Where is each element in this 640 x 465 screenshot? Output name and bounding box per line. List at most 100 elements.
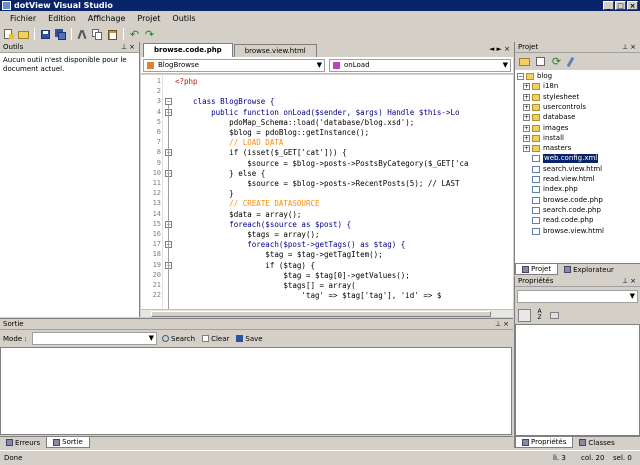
proprietes-bottom-tabs: Propriétés Classes (515, 436, 640, 448)
new-file-icon[interactable] (2, 28, 15, 41)
menu-edition[interactable]: Edition (42, 14, 82, 23)
folder-icon (532, 134, 540, 142)
pin-icon[interactable]: ⊥ (121, 43, 129, 51)
tree-folder[interactable]: + stylesheet (523, 93, 579, 102)
tree-file[interactable]: read.view.html (532, 175, 595, 184)
redo-icon[interactable]: ↷ (143, 28, 156, 41)
tab-sortie[interactable]: Sortie (46, 437, 90, 448)
properties-icon[interactable] (534, 55, 547, 68)
menu-fichier[interactable]: Fichier (4, 14, 42, 23)
close-icon[interactable]: × (129, 43, 137, 51)
property-grid[interactable] (515, 324, 640, 436)
tree-file[interactable]: search.view.html (532, 165, 602, 174)
tab-browse-view-html[interactable]: browse.view.html (233, 44, 317, 57)
code-area[interactable]: 1<?php23− class BlogBrowse {4− public fu… (141, 75, 513, 309)
open-folder-icon[interactable] (518, 55, 531, 68)
tree-folder[interactable]: + masters (523, 144, 571, 153)
pin-icon[interactable]: ⊥ (622, 43, 630, 51)
clear-button[interactable]: Clear (202, 335, 229, 343)
output-area[interactable] (0, 347, 512, 435)
save-icon[interactable] (39, 28, 52, 41)
tree-item-label: search.code.php (543, 205, 601, 214)
refresh-icon[interactable]: ⟳ (550, 55, 563, 68)
save-output-button[interactable]: Save (236, 335, 263, 343)
tab-proprietes[interactable]: Propriétés (515, 437, 574, 448)
object-selector[interactable]: ▼ (517, 290, 638, 303)
tab-explorateur[interactable]: Explorateur (558, 264, 620, 275)
expand-icon[interactable]: + (523, 134, 530, 142)
tab-close-icon[interactable]: × (504, 45, 510, 53)
close-icon[interactable]: × (630, 43, 638, 51)
tree-folder[interactable]: + install (523, 134, 564, 143)
mode-selector[interactable]: ▼ (32, 332, 157, 345)
outils-header: Outils ⊥× (0, 42, 139, 53)
tree-item-label: database (543, 113, 576, 122)
tab-erreurs[interactable]: Erreurs (0, 437, 46, 448)
method-selector[interactable]: onLoad ▼ (329, 58, 511, 72)
expand-icon[interactable]: + (523, 145, 530, 153)
save-icon (236, 335, 244, 342)
pin-icon[interactable]: ⊥ (495, 320, 503, 328)
tab-next-icon[interactable]: ► (497, 45, 502, 53)
horizontal-scrollbar[interactable] (141, 309, 513, 317)
code-line: foreach($post->getTags() as $tag) { (175, 240, 406, 250)
close-icon[interactable]: × (630, 277, 638, 285)
undo-icon[interactable]: ↶ (128, 28, 141, 41)
search-icon (162, 335, 169, 342)
settings-icon[interactable] (566, 55, 579, 68)
chevron-down-icon[interactable]: ▼ (317, 60, 322, 71)
chevron-down-icon[interactable]: ▼ (503, 60, 508, 71)
scroll-thumb[interactable] (151, 311, 491, 317)
class-selector[interactable]: BlogBrowse ▼ (143, 58, 325, 72)
tree-file[interactable]: search.code.php (532, 206, 601, 215)
expand-icon[interactable]: + (523, 83, 530, 91)
alphabetical-icon[interactable]: AZ (533, 309, 546, 322)
tree-file[interactable]: browse.code.php (532, 196, 603, 205)
categorized-icon[interactable] (518, 309, 531, 322)
code-line: $tags[] = array( (175, 281, 356, 290)
navigation-bar: BlogBrowse ▼ onLoad ▼ (141, 57, 513, 74)
pin-icon[interactable]: ⊥ (622, 277, 630, 285)
code-line: $tag = $tag[0]->getValues(); (175, 270, 410, 280)
close-icon[interactable]: × (503, 320, 511, 328)
tree-folder[interactable]: − blog (517, 72, 552, 81)
search-button[interactable]: Search (162, 335, 195, 343)
minimize-button[interactable]: _ (603, 1, 614, 10)
line-number: 1 (156, 77, 161, 85)
code-line: } (175, 189, 234, 199)
tree-folder[interactable]: + database (523, 113, 575, 122)
expand-icon[interactable]: + (523, 114, 530, 122)
tree-folder[interactable]: + i18n (523, 82, 558, 91)
line-number: 21 (152, 281, 161, 289)
tree-folder[interactable]: + usercontrols (523, 103, 586, 112)
line-number: 4 (156, 107, 161, 116)
maximize-button[interactable]: □ (615, 1, 626, 10)
copy-icon[interactable] (91, 28, 104, 41)
close-button[interactable]: × (627, 1, 638, 10)
project-tree[interactable]: − blog + i18n + stylesheet + usercontrols + datab… (515, 70, 640, 263)
tree-file[interactable]: index.php (532, 185, 578, 194)
tab-projet[interactable]: Projet (515, 264, 559, 275)
tree-file[interactable]: read.code.php (532, 216, 593, 225)
menu-outils[interactable]: Outils (166, 14, 201, 23)
tree-file[interactable]: browse.view.html (532, 227, 604, 236)
expand-icon[interactable]: + (523, 103, 530, 111)
expand-icon[interactable]: + (523, 93, 530, 101)
open-folder-icon[interactable] (17, 28, 30, 41)
property-pages-icon[interactable] (548, 309, 561, 322)
tree-folder[interactable]: + images (523, 124, 568, 133)
tree-file[interactable]: web.config.xml (532, 154, 599, 164)
tree-item-label: masters (543, 144, 572, 153)
collapse-icon[interactable]: − (517, 73, 524, 80)
menu-affichage[interactable]: Affichage (82, 14, 132, 23)
chevron-down-icon[interactable]: ▼ (630, 292, 635, 300)
expand-icon[interactable]: + (523, 124, 530, 132)
save-all-icon[interactable] (54, 28, 67, 41)
tab-classes[interactable]: Classes (573, 437, 620, 448)
tab-browse-code-php[interactable]: browse.code.php (143, 43, 233, 57)
menu-projet[interactable]: Projet (131, 14, 166, 23)
chevron-down-icon[interactable]: ▼ (149, 333, 154, 344)
paste-icon[interactable] (106, 28, 119, 41)
tab-prev-icon[interactable]: ◄ (489, 45, 494, 53)
cut-icon[interactable] (76, 28, 89, 41)
